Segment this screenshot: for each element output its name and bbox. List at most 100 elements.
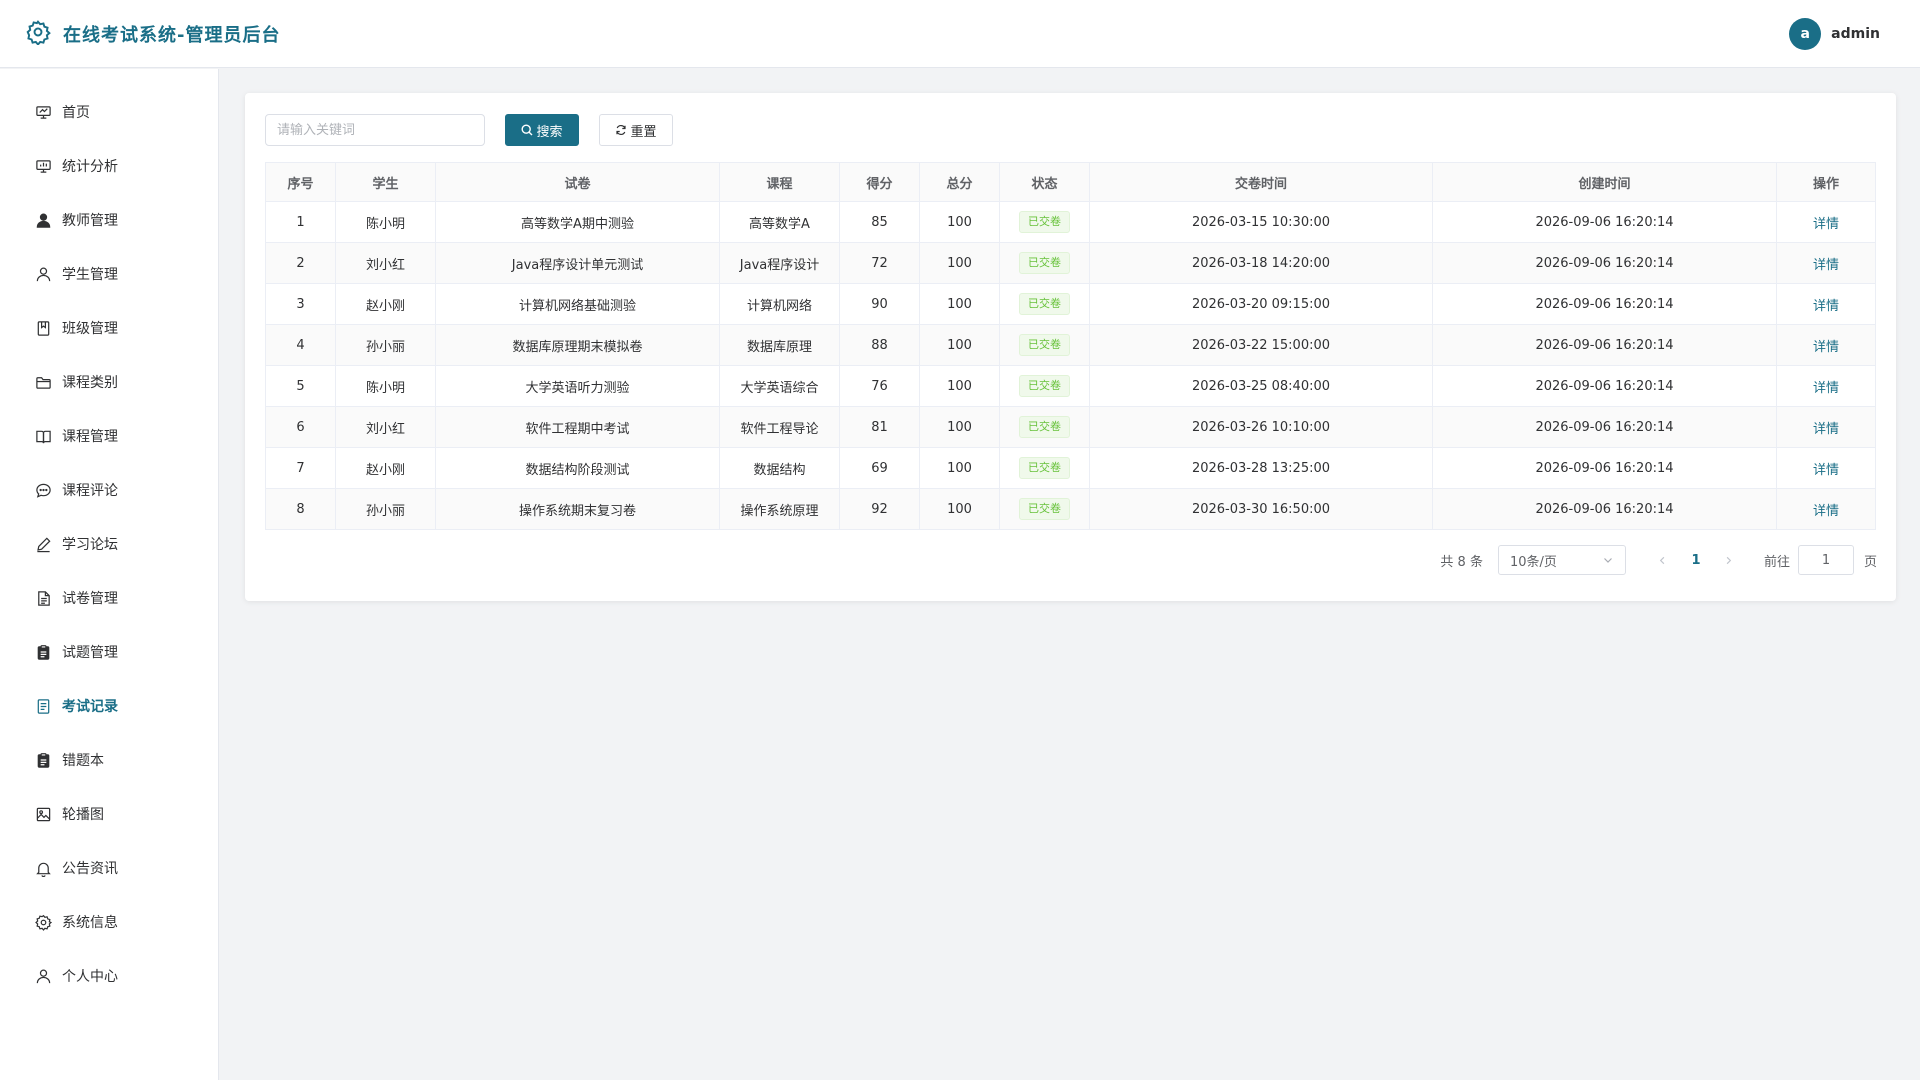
sidebar-item-label: 学生管理 [62,267,118,283]
table-header-row: 序号 学生 试卷 课程 得分 总分 状态 交卷时间 创建时间 操作 [265,162,1876,202]
search-toolbar: 搜索 重置 [265,114,673,146]
sidebar: 首页统计分析教师管理学生管理班级管理课程类别课程管理课程评论 学习论坛 试卷管理试题… [0,69,219,1080]
sidebar-item-0[interactable]: 首页 [0,85,218,139]
cell-course: 大学英语综合 [719,365,840,407]
sidebar-item-label: 公告资讯 [62,861,118,877]
column-header: 学生 [335,162,436,202]
sidebar-item-6[interactable]: 课程管理 [0,409,218,463]
sidebar-item-7[interactable]: 课程评论 [0,463,218,517]
sidebar-item-label: 试题管理 [62,645,118,661]
detail-link[interactable]: 详情 [1813,381,1839,396]
page-size-select[interactable]: 10条/页 [1497,545,1626,575]
cell-score: 81 [839,406,920,448]
sidebar-item-16[interactable]: 个人中心 [0,949,218,1003]
next-page-button[interactable] [1718,549,1740,571]
detail-link[interactable]: 详情 [1813,463,1839,478]
chevron-left-icon [1660,556,1665,564]
setting-icon [25,19,51,49]
search-input[interactable] [265,114,485,146]
sidebar-item-4[interactable]: 班级管理 [0,301,218,355]
table-row: 3 赵小刚 计算机网络基础测验 计算机网络 90 100 已交卷 2026-03-20 09:… [265,283,1876,325]
cell-action: 详情 [1776,365,1876,407]
sidebar-item-label: 统计分析 [62,159,118,175]
column-header: 得分 [839,162,920,202]
detail-link[interactable]: 详情 [1813,340,1839,355]
cell-student: 陈小明 [335,201,436,243]
cell-created: 2026-09-06 16:20:14 [1432,447,1777,489]
goto-label: 前往 [1763,554,1790,570]
cell-student: 赵小刚 [335,447,436,489]
detail-link[interactable]: 详情 [1813,258,1839,273]
cell-total: 100 [919,488,1000,530]
app-title: 在线考试系统-管理员后台 [63,24,281,46]
cell-submitted: 2026-03-18 14:20:00 [1089,242,1433,284]
column-header: 总分 [919,162,1000,202]
sidebar-item-label: 班级管理 [62,321,118,337]
sidebar-item-1[interactable]: 统计分析 [0,139,218,193]
sidebar-item-12[interactable]: 错题本 [0,733,218,787]
cell-index: 8 [265,488,336,530]
sidebar-item-10[interactable]: 试题管理 [0,625,218,679]
cell-student: 陈小明 [335,365,436,407]
sidebar-item-3[interactable]: 学生管理 [0,247,218,301]
cell-created: 2026-09-06 16:20:14 [1432,201,1777,243]
page-number[interactable]: 1 [1680,553,1712,568]
user-outline-icon [36,969,51,983]
search-button[interactable]: 搜索 [505,114,579,146]
cell-total: 100 [919,406,1000,448]
sidebar-item-9[interactable]: 试卷管理 [0,571,218,625]
cell-student: 孙小丽 [335,488,436,530]
cell-paper: 计算机网络基础测验 [435,283,720,325]
avatar[interactable]: a [1789,17,1822,50]
status-badge: 已交卷 [1019,416,1070,438]
chat-icon [36,483,51,498]
goto-page-input[interactable] [1797,545,1854,575]
cell-status: 已交卷 [999,447,1090,489]
cell-index: 2 [265,242,336,284]
username[interactable]: admin [1831,26,1880,42]
total-count: 共 8 条 [1440,554,1483,570]
sidebar-item-label: 轮播图 [62,807,104,823]
detail-link[interactable]: 详情 [1813,299,1839,314]
table-row: 2 刘小红 Java程序设计单元测试 Java程序设计 72 100 已交卷 2026-03-… [265,242,1876,284]
cell-total: 100 [919,201,1000,243]
cell-created: 2026-09-06 16:20:14 [1432,283,1777,325]
sidebar-item-13[interactable]: 轮播图 [0,787,218,841]
cell-status: 已交卷 [999,242,1090,284]
detail-link[interactable]: 详情 [1813,504,1839,519]
user-menu[interactable]: a admin [1789,17,1880,50]
sidebar-item-label: 首页 [62,105,90,121]
document-icon [38,590,50,606]
user-filled-icon [36,213,51,228]
column-header: 状态 [999,162,1090,202]
sidebar-item-label: 系统信息 [62,915,118,931]
sidebar-item-14[interactable]: 公告资讯 [0,841,218,895]
cell-status: 已交卷 [999,365,1090,407]
cell-student: 孙小丽 [335,324,436,366]
column-header: 课程 [719,162,840,202]
cell-course: 高等数学A [719,201,840,243]
cell-course: 软件工程导论 [719,406,840,448]
cell-score: 76 [839,365,920,407]
table-row: 6 刘小红 软件工程期中考试 软件工程导论 81 100 已交卷 2026-03-26 10:… [265,406,1876,448]
cell-submitted: 2026-03-26 10:10:00 [1089,406,1433,448]
sidebar-item-11[interactable]: 考试记录 [0,679,218,733]
sidebar-item-2[interactable]: 教师管理 [0,193,218,247]
sidebar-item-5[interactable]: 课程类别 [0,355,218,409]
prev-page-button[interactable] [1652,549,1674,571]
reset-button[interactable]: 重置 [599,114,673,146]
sidebar-item-15[interactable]: 系统信息 [0,895,218,949]
cell-action: 详情 [1776,242,1876,284]
sidebar-item-label: 课程类别 [62,375,118,391]
cell-created: 2026-09-06 16:20:14 [1432,406,1777,448]
column-header: 交卷时间 [1089,162,1433,202]
sidebar-item-label: 考试记录 [62,699,118,715]
sidebar-item-8[interactable]: 学习论坛 [0,517,218,571]
chart-monitor-icon [36,159,51,173]
detail-link[interactable]: 详情 [1813,217,1839,232]
status-badge: 已交卷 [1019,334,1070,356]
sidebar-item-label: 课程管理 [62,429,118,445]
cell-action: 详情 [1776,201,1876,243]
cell-status: 已交卷 [999,283,1090,325]
detail-link[interactable]: 详情 [1813,422,1839,437]
